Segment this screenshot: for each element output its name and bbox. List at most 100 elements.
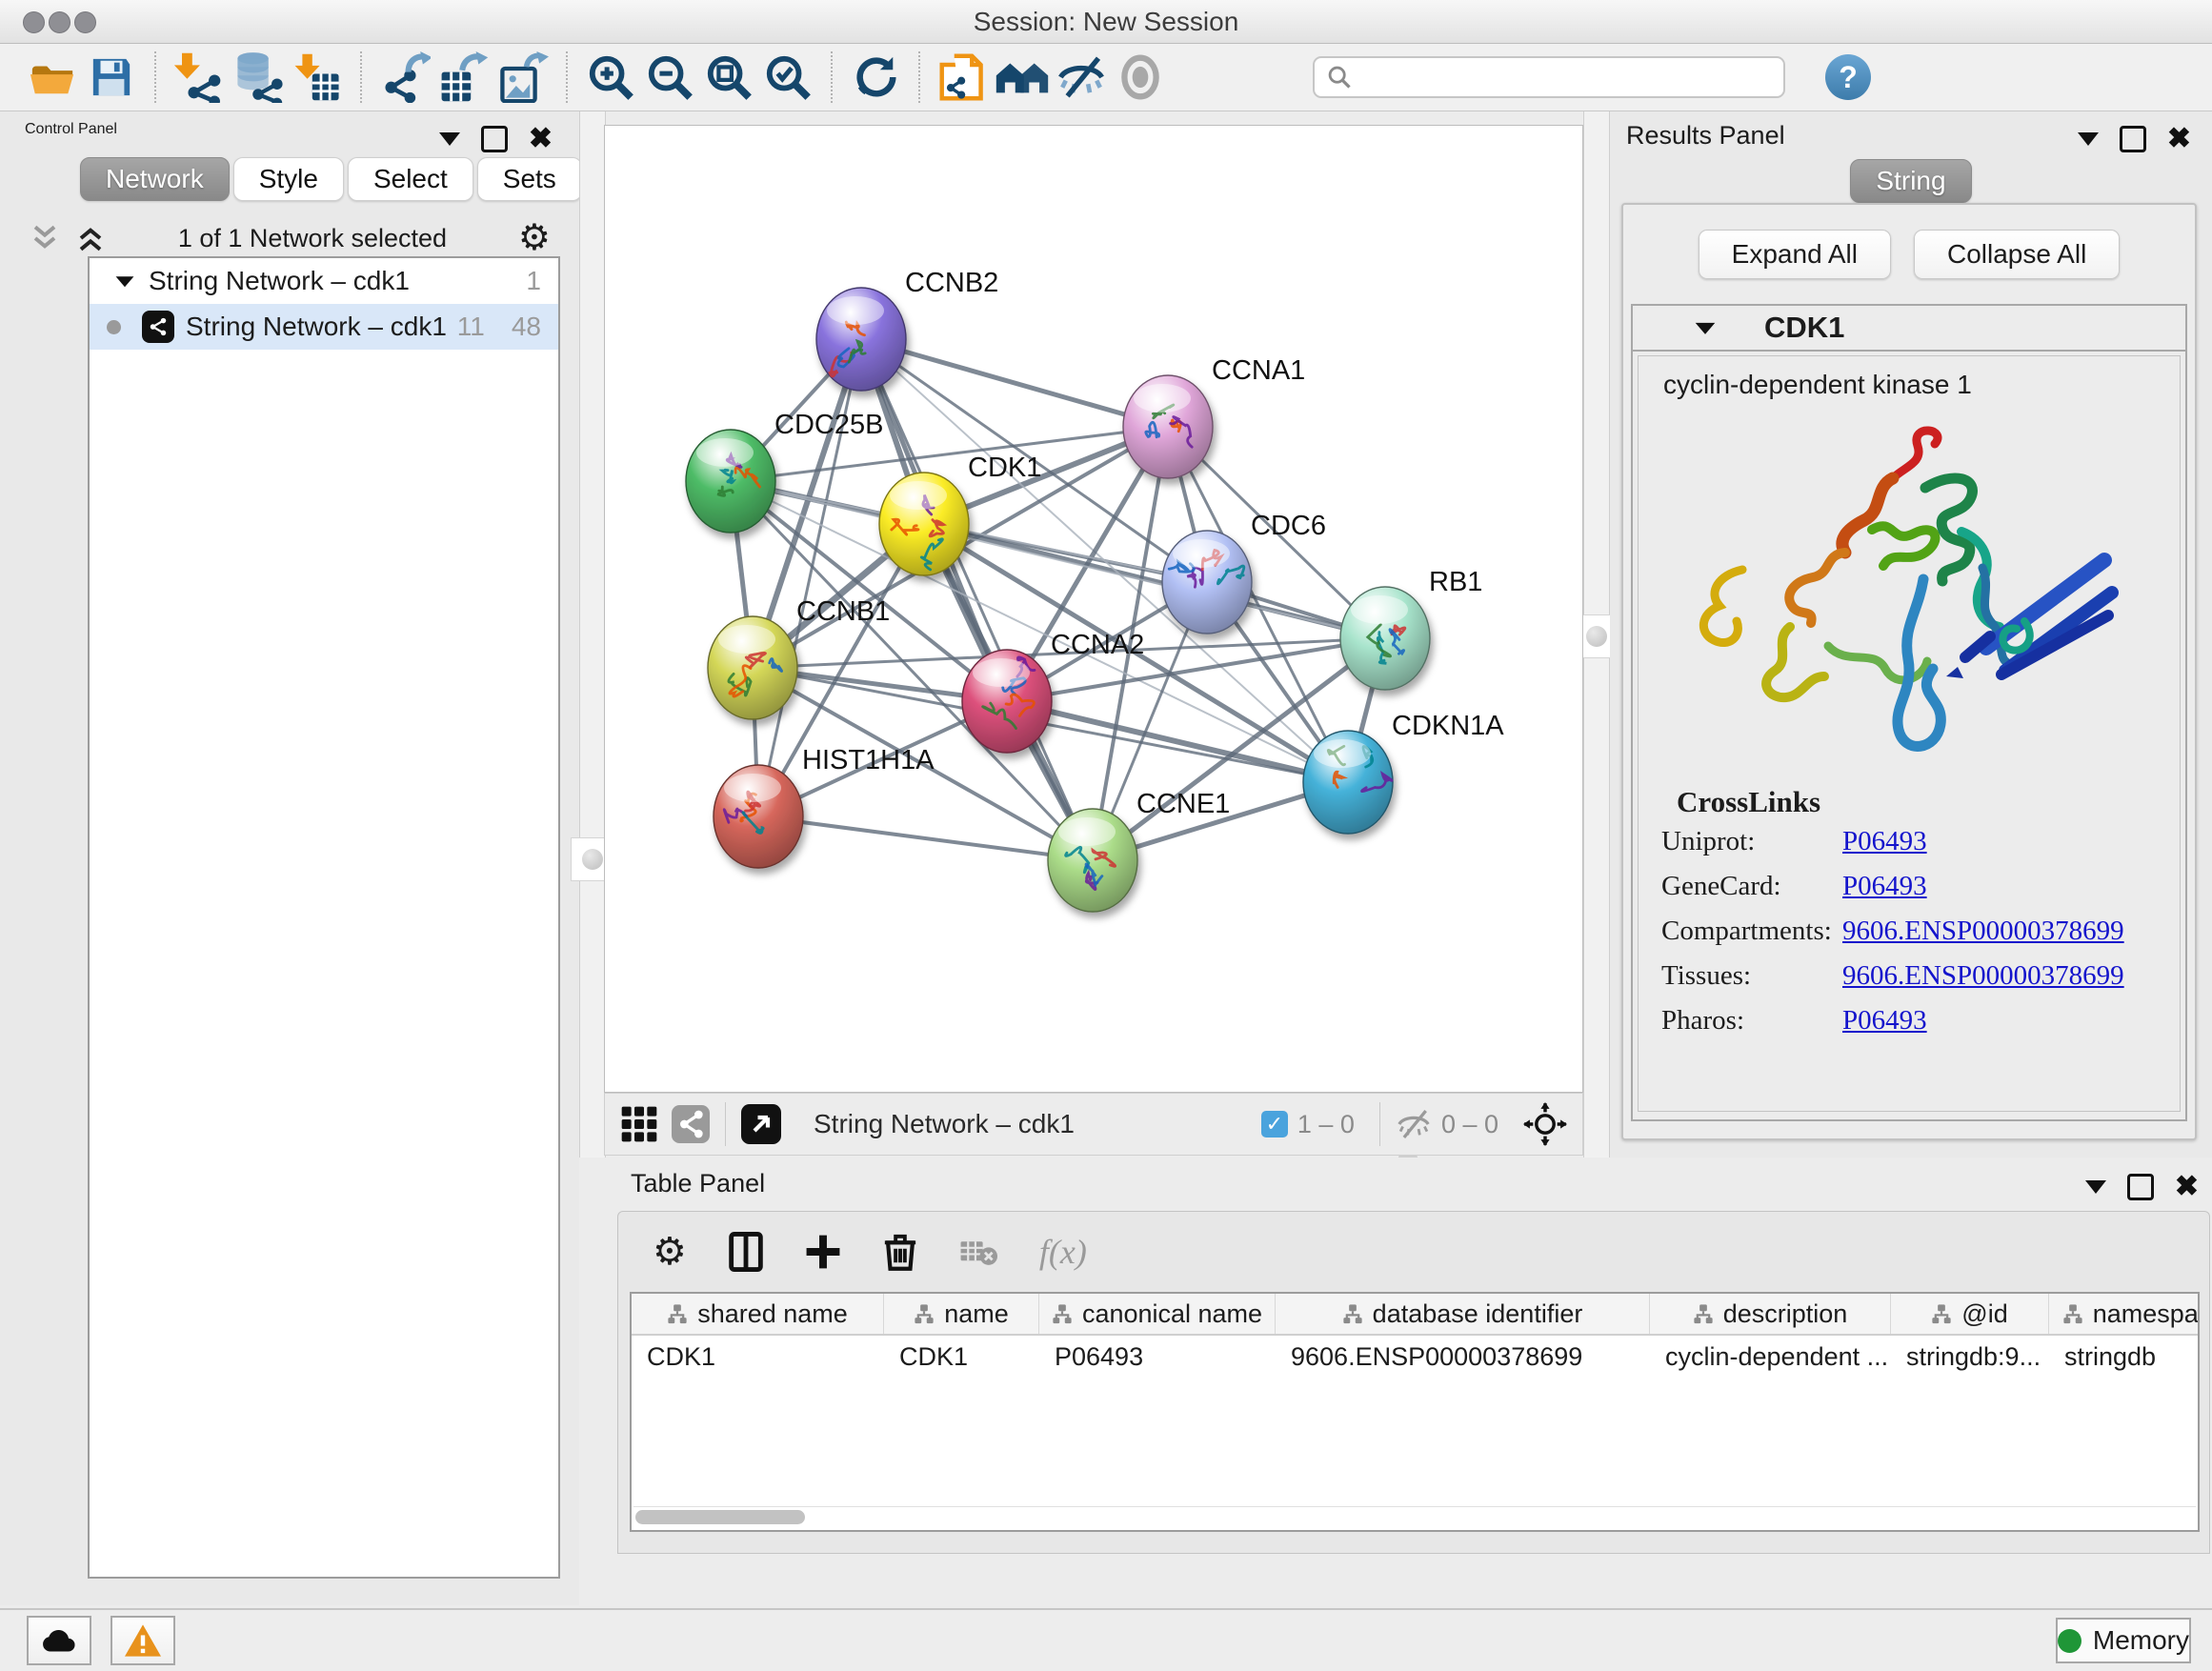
node-CDC6[interactable] <box>1162 531 1252 634</box>
network-canvas[interactable]: CCNB2CCNA1CDC25BCDK1CDC6RB1CCNB1CCNA2CDK… <box>604 125 1583 1093</box>
delete-table-icon[interactable] <box>959 1236 997 1268</box>
node-CDK1[interactable] <box>879 473 969 575</box>
node-table[interactable]: shared namenamecanonical namedatabase id… <box>630 1292 2200 1532</box>
import-database-icon[interactable] <box>229 50 288 105</box>
panel-close-icon[interactable]: ✖ <box>2167 125 2191 153</box>
tab-network[interactable]: Network <box>80 157 230 201</box>
zoom-selected-icon[interactable] <box>758 50 817 105</box>
node-label-CCNB2: CCNB2 <box>905 268 998 298</box>
crosslink-link[interactable]: P06493 <box>1842 871 1927 902</box>
birds-eye-icon[interactable] <box>1523 1102 1567 1146</box>
tab-sets[interactable]: Sets <box>477 157 582 201</box>
column-header-sharedname[interactable]: shared name <box>632 1294 884 1334</box>
refresh-network-icon[interactable] <box>846 50 905 105</box>
right-splitter[interactable] <box>1583 111 1610 1158</box>
hidden-eye-icon[interactable] <box>1396 1108 1432 1140</box>
search-input[interactable] <box>1353 62 1757 93</box>
tab-style[interactable]: Style <box>233 157 344 201</box>
export-network-icon[interactable] <box>375 50 434 105</box>
function-builder-icon[interactable]: f(x) <box>1039 1232 1087 1272</box>
collapse-all-icon[interactable] <box>29 224 61 252</box>
panel-close-icon[interactable]: ✖ <box>529 125 553 153</box>
panel-float-icon[interactable] <box>2120 126 2146 152</box>
crosslink-link[interactable]: 9606.ENSP00000378699 <box>1842 960 2124 992</box>
panel-float-icon[interactable] <box>481 126 508 152</box>
crosslink-link[interactable]: 9606.ENSP00000378699 <box>1842 916 2124 947</box>
gene-section-header[interactable]: CDK1 <box>1633 306 2185 352</box>
crosslink-link[interactable]: P06493 <box>1842 826 1927 857</box>
zoom-in-icon[interactable] <box>581 50 640 105</box>
clone-network-icon[interactable] <box>934 50 993 105</box>
selected-checkbox-icon[interactable]: ✓ <box>1261 1111 1288 1137</box>
export-image-icon[interactable] <box>493 50 553 105</box>
crosslink-link[interactable]: P06493 <box>1842 1005 1927 1037</box>
panel-menu-icon[interactable] <box>439 132 460 146</box>
node-CCNB1[interactable] <box>708 616 797 719</box>
node-CCNA2[interactable] <box>962 650 1052 753</box>
node-HIST1H1A[interactable] <box>714 765 803 868</box>
column-header-namespace[interactable]: namespace <box>2049 1294 2200 1334</box>
node-CCNE1[interactable] <box>1048 809 1137 912</box>
memory-button[interactable]: Memory <box>2056 1618 2191 1663</box>
edge-CCNB2-CCNE1[interactable] <box>861 339 1093 860</box>
import-network-icon[interactable] <box>170 50 229 105</box>
node-RB1[interactable] <box>1340 587 1430 690</box>
search-box[interactable] <box>1313 56 1785 98</box>
column-type-icon <box>1693 1303 1714 1324</box>
open-session-icon[interactable] <box>23 50 82 105</box>
edge-CCNA2-CDKN1A[interactable] <box>1007 701 1348 782</box>
left-splitter[interactable] <box>579 111 606 1158</box>
panel-menu-icon[interactable] <box>2085 1180 2106 1194</box>
table-settings-gear-icon[interactable]: ⚙ <box>653 1233 687 1271</box>
network-graph[interactable]: CCNB2CCNA1CDC25BCDK1CDC6RB1CCNB1CCNA2CDK… <box>605 126 1582 1092</box>
node-CDKN1A[interactable] <box>1303 731 1393 834</box>
table-cell: P06493 <box>1039 1336 1276 1378</box>
collapse-all-button[interactable]: Collapse All <box>1914 230 2120 279</box>
tab-select[interactable]: Select <box>348 157 473 201</box>
warning-button[interactable] <box>111 1616 175 1665</box>
toolbar-divider <box>1379 1102 1380 1146</box>
table-h-scrollbar[interactable] <box>633 1506 2196 1528</box>
network-collection-row[interactable]: String Network – cdk1 1 <box>90 258 558 304</box>
first-neighbors-icon[interactable] <box>993 50 1052 105</box>
panel-float-icon[interactable] <box>2127 1174 2154 1200</box>
node-label-CCNA2: CCNA2 <box>1051 630 1144 660</box>
column-header-canonicalname[interactable]: canonical name <box>1039 1294 1276 1334</box>
node-CCNA1[interactable] <box>1123 375 1213 478</box>
expand-all-icon[interactable] <box>74 224 107 252</box>
edge-CCNB2-CCNA1[interactable] <box>861 339 1168 427</box>
results-panel: Results Panel ✖ String Expand All Collap… <box>1610 111 2212 1158</box>
detach-view-icon[interactable] <box>741 1104 781 1144</box>
node-CCNB2[interactable] <box>816 288 906 391</box>
hide-selected-icon[interactable] <box>1052 50 1111 105</box>
help-icon[interactable]: ? <box>1825 54 1871 100</box>
grid-view-icon[interactable] <box>620 1105 658 1143</box>
edge-HIST1H1A-CCNE1[interactable] <box>758 816 1093 860</box>
panel-menu-icon[interactable] <box>2078 132 2099 146</box>
tab-string[interactable]: String <box>1850 159 1971 203</box>
collection-expander-icon[interactable] <box>114 272 135 290</box>
scrollbar-thumb[interactable] <box>635 1510 805 1524</box>
column-header-name[interactable]: name <box>884 1294 1039 1334</box>
node-CDC25B[interactable] <box>686 430 775 533</box>
export-table-icon[interactable] <box>434 50 493 105</box>
show-columns-icon[interactable] <box>729 1232 763 1272</box>
table-row[interactable]: CDK1CDK1P064939606.ENSP00000378699cyclin… <box>632 1336 2198 1378</box>
network-view-icon[interactable] <box>672 1105 710 1143</box>
show-all-icon[interactable] <box>1111 50 1170 105</box>
column-header-description[interactable]: description <box>1650 1294 1891 1334</box>
cloud-button[interactable] <box>27 1616 91 1665</box>
save-session-icon[interactable] <box>82 50 141 105</box>
network-row[interactable]: String Network – cdk1 11 48 <box>90 304 558 350</box>
column-header-databaseidentifier[interactable]: database identifier <box>1276 1294 1650 1334</box>
add-column-icon[interactable] <box>805 1234 841 1270</box>
network-options-gear-icon[interactable]: ⚙ <box>518 220 551 256</box>
zoom-fit-icon[interactable] <box>699 50 758 105</box>
import-table-icon[interactable] <box>288 50 347 105</box>
zoom-out-icon[interactable] <box>640 50 699 105</box>
section-expander-icon[interactable] <box>1694 319 1717 336</box>
delete-column-icon[interactable] <box>883 1232 917 1272</box>
panel-close-icon[interactable]: ✖ <box>2175 1173 2199 1201</box>
column-header-id[interactable]: @id <box>1891 1294 2049 1334</box>
expand-all-button[interactable]: Expand All <box>1699 230 1891 279</box>
